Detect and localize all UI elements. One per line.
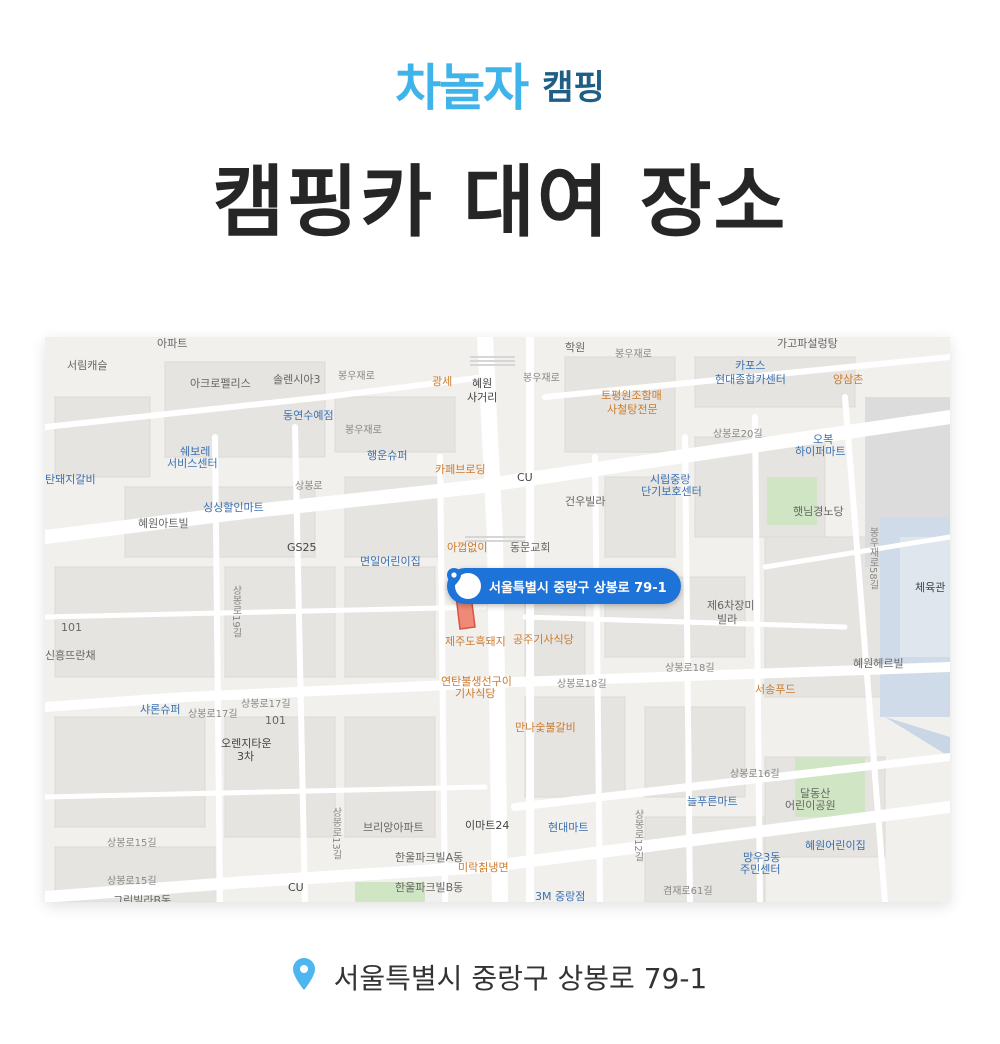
poi-city-2: 단기보호센터: [641, 485, 702, 498]
poi-gwangse: 광세: [432, 375, 453, 388]
road-label: 상봉로20길: [713, 429, 763, 440]
building-number: 101: [61, 621, 82, 634]
road-label: 상봉로18길: [665, 663, 715, 674]
poi-manna: 만나숯불갈비: [515, 721, 576, 734]
poi-gs25: GS25: [287, 541, 317, 554]
poi-acropolis: 아크로펠리스: [190, 377, 251, 390]
poi-dongyeon: 동연수예점: [283, 409, 334, 422]
poi-cu-1: CU: [517, 471, 533, 484]
address-text: 서울특별시 중랑구 상봉로 79-1: [333, 962, 708, 995]
poi-syaron: 샤론슈퍼: [140, 703, 181, 716]
poi-orange-2: 3차: [237, 750, 255, 763]
map-pin-icon: [447, 568, 481, 599]
poi-capos-1: 카포스: [735, 359, 766, 372]
poi-cafe: 카페브로딩: [435, 463, 486, 476]
poi-dongmun: 동문교회: [510, 541, 551, 554]
location-pin-icon: [292, 957, 315, 997]
map-view[interactable]: 아파트 서림캐슬 아크로펠리스 솔렌시아3 광세 혜원 사거리 학원 가고파설렁…: [45, 337, 950, 902]
poi-apartment: 아파트: [157, 337, 188, 350]
building-number: 101: [265, 714, 286, 727]
location-label: 서울특별시 중랑구 상봉로 79-1: [489, 580, 667, 596]
road-label: 상봉로: [295, 481, 323, 492]
road-label: 겸재로61길: [663, 886, 713, 897]
poi-hanul-a: 한울파크빌A동: [395, 851, 464, 864]
poi-tongpyeong-1: 토평원조함매: [601, 389, 662, 402]
road-label: 상봉로12길: [632, 809, 643, 862]
road-label: 봉우재로58길: [867, 527, 878, 590]
road-label: 상봉로17길: [241, 699, 291, 710]
poi-agyeop: 아껍없이: [447, 541, 488, 554]
poi-hakwon: 학원: [565, 341, 586, 354]
road-label: 봉우재로: [523, 373, 560, 384]
poi-sin6-1: 제6차장미: [707, 599, 755, 612]
address-line: 서울특별시 중랑구 상봉로 79-1: [0, 957, 1000, 997]
poi-capos-2: 현대종합카센터: [715, 373, 786, 386]
poi-orange-1: 오렌지타운: [221, 737, 272, 750]
road-label: 봉우재로: [338, 371, 375, 382]
poi-sports: 체육관: [915, 581, 946, 594]
poi-hyewon-kids: 혜원어린이집: [805, 839, 866, 852]
poi-sinheung: 신흥뜨란채: [45, 649, 96, 662]
map-base: [45, 337, 950, 902]
road-label: 봉우재로: [345, 425, 382, 436]
poi-chuibori-2: 서비스센터: [167, 457, 218, 470]
poi-geonu: 건우빌라: [565, 495, 606, 508]
poi-simsim: 싱싱할인마트: [203, 501, 264, 514]
poi-emart24: 이마트24: [465, 819, 510, 832]
road-label: 봉우재로: [615, 349, 652, 360]
road-label: 상봉로17길: [188, 709, 238, 720]
poi-hyewon-art: 혜원아트빌: [138, 517, 189, 530]
road-label: 상봉로18길: [557, 679, 607, 690]
poi-dalsan-2: 어린이공원: [785, 799, 836, 812]
poi-neulpu: 늘푸른마트: [687, 795, 738, 808]
poi-seorim: 서림캐슬: [67, 359, 108, 372]
poi-seosong: 서송푸드: [755, 683, 796, 696]
logo-subtitle: 캠핑: [542, 67, 605, 108]
poi-mirak: 미락칡냉면: [458, 861, 509, 874]
poi-haesnim: 햇님경노당: [793, 505, 844, 518]
poi-tongpyeong-2: 사철탕전문: [607, 403, 658, 416]
poi-mangu-2: 주민센터: [740, 863, 781, 876]
road-label: 상봉로15길: [107, 838, 157, 849]
poi-sin6-2: 빌라: [717, 613, 738, 626]
poi-haengun: 행운슈퍼: [367, 449, 408, 462]
poi-3m: 3M 중랑점: [535, 890, 586, 902]
poi-hyewon-2: 사거리: [467, 391, 498, 404]
poi-hyundai-mart: 현대마트: [548, 821, 589, 834]
road-label: 상봉로13길: [330, 807, 341, 860]
location-marker[interactable]: 서울특별시 중랑구 상봉로 79-1: [447, 568, 681, 604]
poi-jeju: 제주도흑돼지: [445, 635, 506, 648]
page-title: 캠핑카 대여 장소: [212, 158, 788, 248]
poi-hyewon-1: 혜원: [472, 377, 493, 390]
poi-hyewon-vil: 혜원헤르빌: [853, 657, 904, 670]
brand-logo: 차놀자 캠핑: [0, 48, 1000, 120]
poi-myeonil: 면일어린이집: [360, 555, 421, 568]
poi-gagopa: 가고파설렁탕: [777, 337, 838, 350]
poi-obuk-2: 하이퍼마트: [795, 445, 846, 458]
poi-tanpig: 탄돼지갈비: [45, 473, 96, 486]
poi-solenasia: 솔렌시아3: [273, 373, 321, 386]
road-label: 상봉로19길: [230, 585, 241, 638]
logo-wordmark: 차놀자: [395, 59, 529, 117]
poi-yeontan-2: 기사식당: [455, 687, 496, 700]
poi-hanul-b: 한울파크빌B동: [395, 881, 464, 894]
road-label: 상봉로15길: [107, 876, 157, 887]
poi-bright: 브리앙아파트: [363, 821, 424, 834]
poi-greenvil: 그린빌라B동: [113, 894, 172, 902]
poi-gongju: 공주기사식당: [513, 633, 574, 646]
poi-cu-2: CU: [288, 881, 304, 894]
road-label: 상봉로16길: [730, 769, 780, 780]
poi-yangsamchon: 양삼촌: [833, 373, 864, 386]
